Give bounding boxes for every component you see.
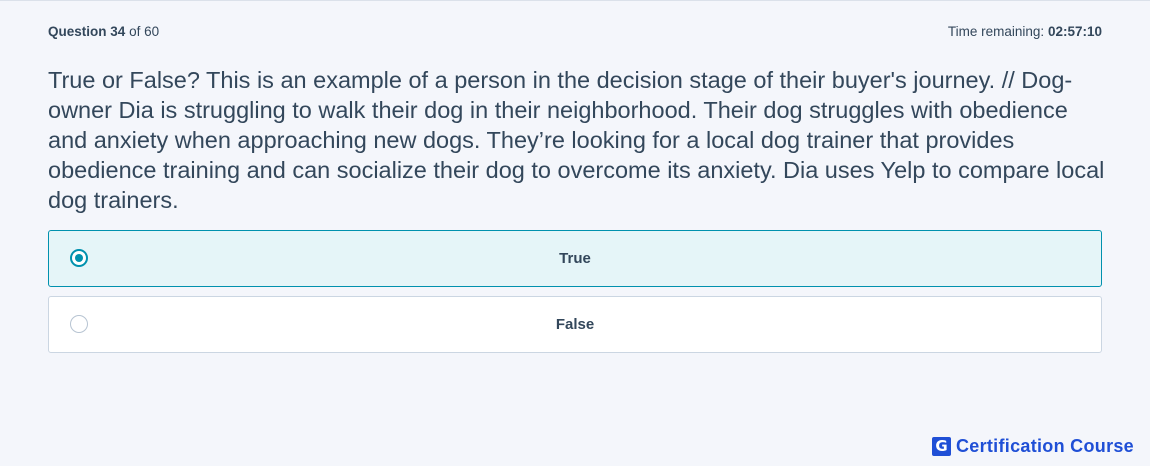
question-total: of 60 <box>129 24 160 39</box>
timer-label: Time remaining: <box>947 24 1045 39</box>
question-text: True or False? This is an example of a p… <box>48 67 1105 213</box>
question-number: 34 <box>110 24 126 39</box>
timer-value: 02:57:10 <box>1047 24 1102 39</box>
question-counter: Question 34 of 60 <box>48 24 159 39</box>
brand-g-icon: G <box>931 436 951 456</box>
time-remaining: Time remaining: 02:57:10 <box>948 24 1102 39</box>
brand-name: Certification Course <box>955 435 1134 456</box>
brand-logo: G Certification Course <box>931 435 1134 456</box>
answer-option-false[interactable]: False <box>48 296 1102 353</box>
top-divider <box>0 0 1150 1</box>
answer-option-label: False <box>555 316 595 333</box>
question-word: Question <box>48 24 107 39</box>
quiz-header: Question 34 of 60 Time remaining: 02:57:… <box>48 24 1102 42</box>
answer-option-true[interactable]: True <box>48 230 1102 287</box>
answer-option-label: True <box>559 250 591 267</box>
